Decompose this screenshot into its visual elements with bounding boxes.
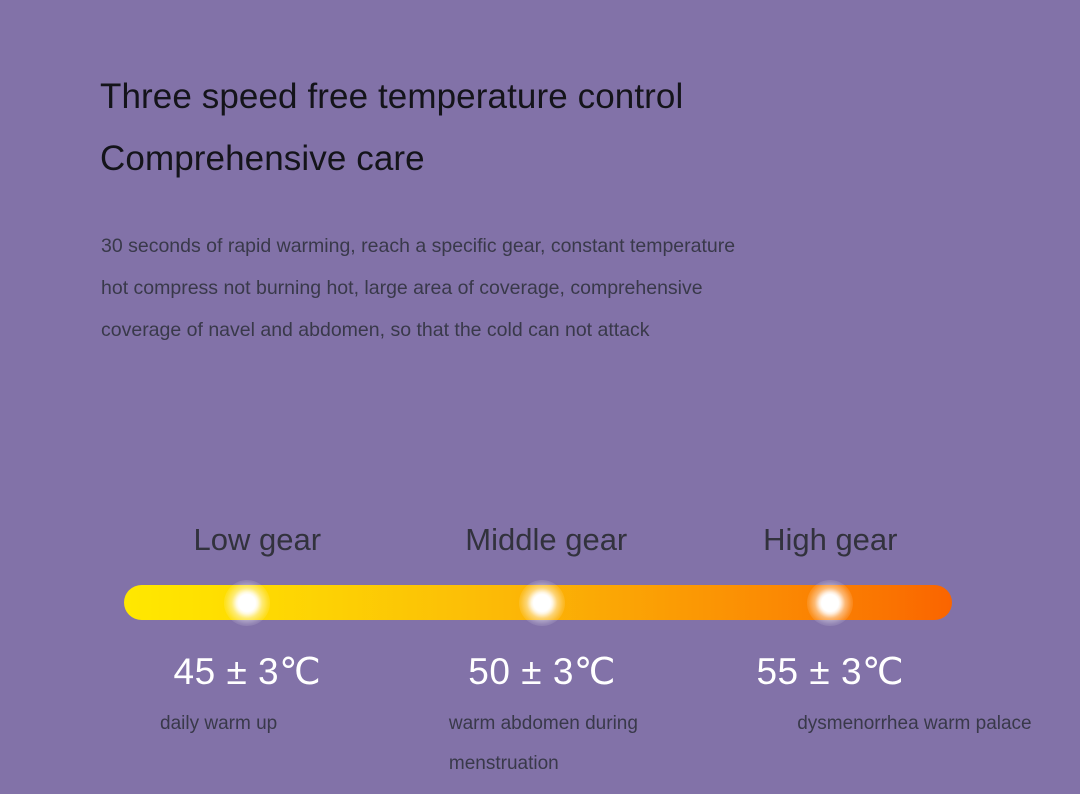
gear-caption-row: daily warm up warm abdomen during menstr… xyxy=(124,704,1032,784)
temperature-value-high: 55 ± 3℃ xyxy=(756,651,905,692)
gear-label-low: Low gear xyxy=(193,522,322,557)
gear-label-row: Low gear Middle gear High gear xyxy=(124,522,952,570)
slider-handle-middle[interactable] xyxy=(519,579,566,626)
gear-caption-low: daily warm up xyxy=(160,713,278,734)
promo-page: Three speed free temperature control Com… xyxy=(0,0,1080,794)
gear-caption-middle: warm abdomen during menstruation xyxy=(448,713,638,774)
temperature-value-middle: 50 ± 3℃ xyxy=(468,651,616,692)
gear-caption-high: dysmenorrhea warm palace xyxy=(797,713,1032,734)
temperature-value-row: 45 ± 3℃ 50 ± 3℃ 55 ± 3℃ xyxy=(124,650,952,706)
temperature-gear-selector: Low gear Middle gear High gear 45 ± 3℃ 5… xyxy=(0,0,1080,794)
gear-label-middle: Middle gear xyxy=(465,522,628,557)
temperature-value-low: 45 ± 3℃ xyxy=(173,651,322,692)
temperature-slider[interactable] xyxy=(124,579,952,626)
slider-handle-high[interactable] xyxy=(807,579,854,626)
slider-handle-low[interactable] xyxy=(224,579,271,626)
gear-label-high: High gear xyxy=(763,522,898,557)
